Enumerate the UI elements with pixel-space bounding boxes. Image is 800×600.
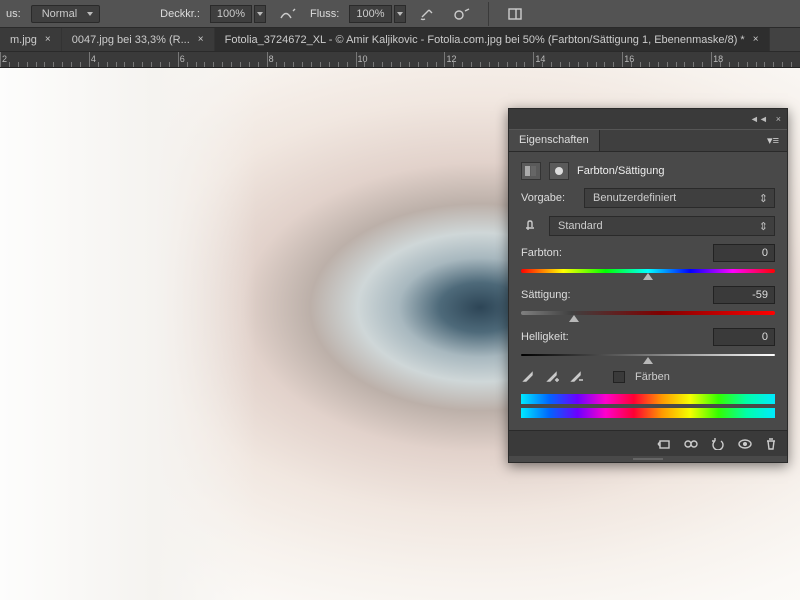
colorize-label: Färben xyxy=(635,371,670,383)
color-range-top[interactable] xyxy=(521,394,775,404)
saturation-slider[interactable]: Sättigung: -59 xyxy=(521,286,775,318)
pressure-size-icon[interactable] xyxy=(450,4,474,24)
lightness-label: Helligkeit: xyxy=(521,331,569,343)
properties-panel: ◄◄ × Eigenschaften ▾≡ Farbton/Sättigung … xyxy=(508,108,788,463)
colorize-checkbox[interactable] xyxy=(613,371,625,383)
hue-label: Farbton: xyxy=(521,247,562,259)
airbrush-icon[interactable] xyxy=(416,4,440,24)
document-tab[interactable]: Fotolia_3724672_XL - © Amir Kaljikovic -… xyxy=(215,28,770,51)
visibility-icon[interactable] xyxy=(737,438,753,450)
tab-label: m.jpg xyxy=(10,34,37,46)
collapse-icon[interactable]: ◄◄ xyxy=(750,114,768,124)
reset-icon[interactable] xyxy=(711,438,725,450)
panel-toggle-icon[interactable] xyxy=(503,4,527,24)
channel-select[interactable]: Standard ⇕ xyxy=(549,216,775,236)
close-icon[interactable]: × xyxy=(198,34,204,45)
tab-label: 0047.jpg bei 33,3% (R... xyxy=(72,34,190,46)
panel-footer xyxy=(509,430,787,456)
opacity-label: Deckkr.: xyxy=(160,8,200,20)
chevron-updown-icon: ⇕ xyxy=(759,220,768,233)
preset-value: Benutzerdefiniert xyxy=(593,192,676,204)
view-previous-icon[interactable] xyxy=(683,438,699,450)
options-bar: us: Normal Deckkr.: 100% Fluss: 100% xyxy=(0,0,800,28)
chevron-updown-icon: ⇕ xyxy=(759,192,768,205)
flow-value[interactable]: 100% xyxy=(349,5,391,23)
slider-thumb[interactable] xyxy=(569,315,579,322)
document-tabs: m.jpg × 0047.jpg bei 33,3% (R... × Fotol… xyxy=(0,28,800,52)
resize-grip[interactable] xyxy=(509,456,787,462)
close-icon[interactable]: × xyxy=(753,34,759,45)
lightness-slider[interactable]: Helligkeit: 0 xyxy=(521,328,775,360)
saturation-label: Sättigung: xyxy=(521,289,571,301)
flow-field[interactable]: 100% xyxy=(349,5,405,23)
color-range-bottom[interactable] xyxy=(521,408,775,418)
mode-label: us: xyxy=(6,8,21,20)
trash-icon[interactable] xyxy=(765,438,777,450)
tab-label: Fotolia_3724672_XL - © Amir Kaljikovic -… xyxy=(225,34,745,46)
eyedropper-icon[interactable] xyxy=(521,370,535,384)
blend-mode-select[interactable]: Normal xyxy=(31,5,100,23)
preset-label: Vorgabe: xyxy=(521,192,576,204)
divider xyxy=(488,2,489,26)
panel-tab-properties[interactable]: Eigenschaften xyxy=(509,130,600,151)
mask-icon[interactable] xyxy=(549,162,569,180)
pressure-opacity-icon[interactable] xyxy=(276,4,300,24)
preset-select[interactable]: Benutzerdefiniert ⇕ xyxy=(584,188,775,208)
lightness-value[interactable]: 0 xyxy=(713,328,775,346)
close-icon[interactable]: × xyxy=(45,34,51,45)
opacity-field[interactable]: 100% xyxy=(210,5,266,23)
saturation-value[interactable]: -59 xyxy=(713,286,775,304)
hue-value[interactable]: 0 xyxy=(713,244,775,262)
chevron-down-icon[interactable] xyxy=(254,5,266,23)
adjustment-title: Farbton/Sättigung xyxy=(577,165,664,177)
hue-slider[interactable]: Farbton: 0 xyxy=(521,244,775,276)
chevron-down-icon[interactable] xyxy=(394,5,406,23)
close-icon[interactable]: × xyxy=(776,114,781,124)
adjustment-icon[interactable] xyxy=(521,162,541,180)
document-tab[interactable]: 0047.jpg bei 33,3% (R... × xyxy=(62,28,215,51)
horizontal-ruler[interactable]: 2468101214161820 xyxy=(0,52,800,68)
document-tab[interactable]: m.jpg × xyxy=(0,28,62,51)
panel-menu-icon[interactable]: ▾≡ xyxy=(759,130,787,151)
slider-thumb[interactable] xyxy=(643,273,653,280)
eyedropper-add-icon[interactable] xyxy=(545,370,559,384)
opacity-value[interactable]: 100% xyxy=(210,5,252,23)
slider-thumb[interactable] xyxy=(643,357,653,364)
clip-to-layer-icon[interactable] xyxy=(657,438,671,450)
channel-value: Standard xyxy=(558,220,603,232)
eyedropper-subtract-icon[interactable] xyxy=(569,370,583,384)
scrubby-icon[interactable] xyxy=(521,217,541,235)
flow-label: Fluss: xyxy=(310,8,339,20)
